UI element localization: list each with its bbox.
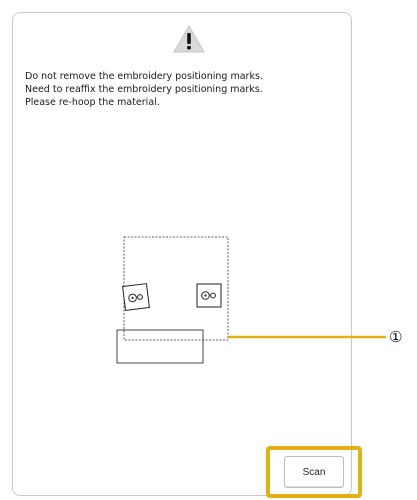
warning-triangle-icon [173, 24, 205, 53]
scan-button[interactable]: Scan [284, 456, 344, 488]
callout-number: ① [389, 328, 403, 346]
warning-dialog: Do not remove the embroidery positioning… [12, 12, 352, 496]
screen: Do not remove the embroidery positioning… [0, 0, 417, 500]
message-line-3: Please re-hoop the material. [25, 97, 160, 108]
message-line-2: Need to reaffix the embroidery positioni… [25, 84, 263, 95]
message-line-1: Do not remove the embroidery positioning… [25, 71, 263, 82]
dialog-message: Do not remove the embroidery positioning… [25, 70, 345, 109]
